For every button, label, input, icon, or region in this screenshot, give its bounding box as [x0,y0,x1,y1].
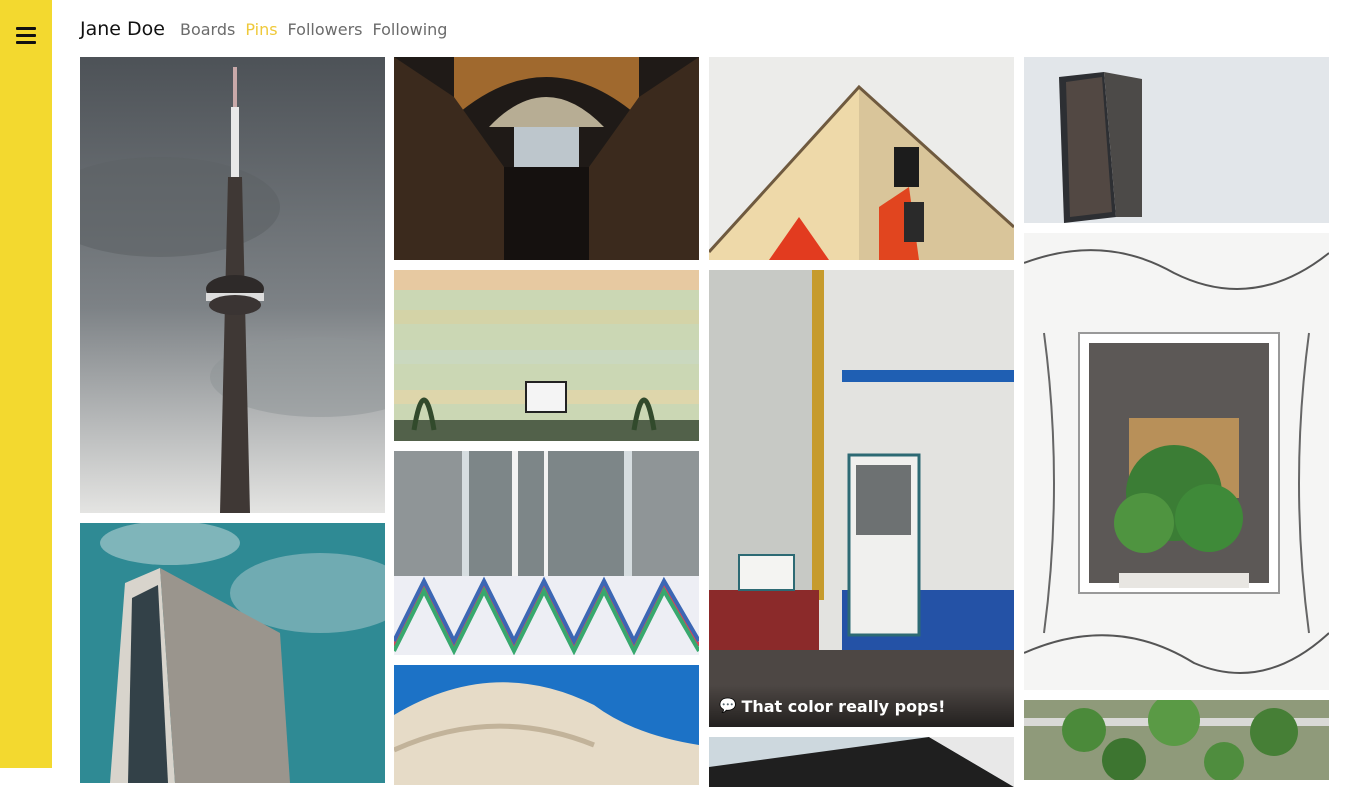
sidebar [0,0,52,768]
tab-followers[interactable]: Followers [288,20,363,39]
pin-card[interactable] [1024,700,1329,780]
pin-image [709,737,1014,787]
pin-card[interactable] [80,523,385,783]
pin-image [394,576,699,655]
tab-following[interactable]: Following [373,20,448,39]
pin-card[interactable]: 💬 That color really pops! [709,270,1014,727]
profile-header: Jane Doe Boards Pins Followers Following [80,18,457,52]
pin-image [1024,233,1329,690]
pin-image [394,451,699,576]
pin-image [1024,700,1329,780]
tab-pins[interactable]: Pins [245,20,277,39]
pin-card[interactable] [80,57,385,513]
hamburger-menu-icon[interactable] [16,27,36,45]
pin-image [394,270,699,441]
pin-card[interactable] [394,270,699,441]
pin-card[interactable] [709,57,1014,260]
comment-icon: 💬 [719,698,737,714]
pin-card[interactable] [1024,57,1329,223]
pin-card[interactable] [394,576,699,655]
pin-image [709,57,1014,260]
pin-image [394,57,699,260]
pin-card[interactable] [394,665,699,785]
pin-card[interactable] [709,737,1014,787]
pin-image [1024,57,1329,223]
pin-image [80,57,385,513]
profile-name: Jane Doe [80,18,165,40]
pin-card[interactable] [1024,233,1329,690]
pin-image [709,270,1014,727]
pin-caption: 💬 That color really pops! [709,685,1014,727]
pin-image [80,523,385,783]
caption-text: That color really pops! [741,696,946,716]
tab-boards[interactable]: Boards [180,20,235,39]
pin-image [394,665,699,785]
pin-card[interactable] [394,57,699,260]
pin-card[interactable] [394,451,699,576]
